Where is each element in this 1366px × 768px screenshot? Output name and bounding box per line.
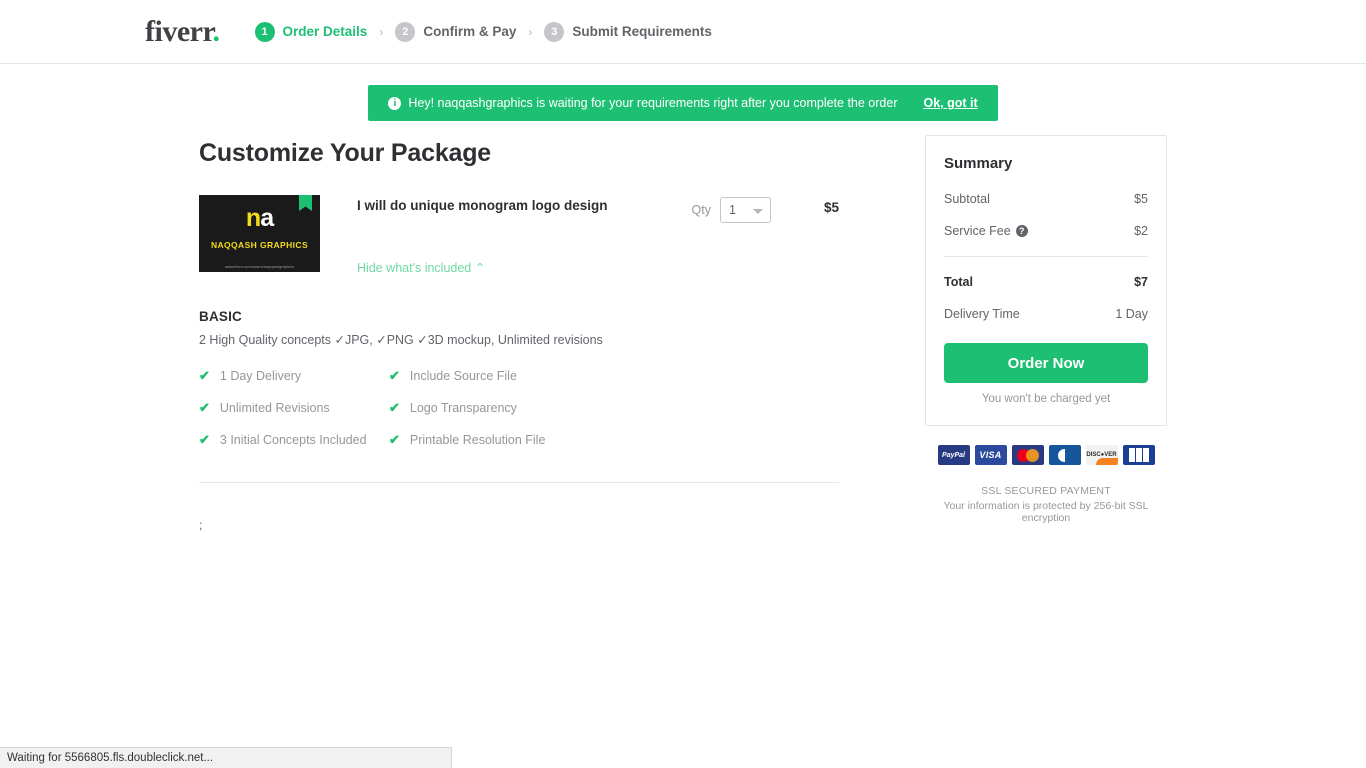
subtotal-value: $5 [1134, 192, 1148, 206]
fiverr-logo[interactable]: fiverr. [145, 14, 221, 48]
feature-item: ✔ Printable Resolution File [389, 432, 839, 448]
gig-logo-mark: na [199, 206, 320, 231]
gig-row: na NAQQASH GRAPHICS www.fiverr.com/users… [199, 195, 839, 277]
visa-icon: VISA [974, 445, 1007, 465]
charge-note: You won't be charged yet [981, 393, 1111, 405]
mastercard-icon [1011, 445, 1044, 465]
logo-mark-a: a [260, 204, 274, 232]
notice-dismiss-link[interactable]: Ok, got it [923, 96, 977, 110]
diners-ring [1058, 448, 1071, 462]
step-2-circle: 2 [395, 21, 416, 42]
step-2-label: Confirm & Pay [423, 24, 517, 39]
summary-row-subtotal: Subtotal $5 [944, 192, 1148, 206]
step-separator-1: › [379, 24, 384, 39]
hide-whats-included-link[interactable]: Hide what's included ⌃ [357, 260, 485, 275]
logo-dot: . [212, 14, 221, 48]
step-submit-requirements[interactable]: 3 Submit Requirements [544, 21, 712, 42]
browser-status-bar: Waiting for 5566805.fls.doubleclick.net.… [0, 747, 452, 768]
stray-text: ; [199, 518, 203, 532]
jcb-bars [1128, 448, 1149, 462]
check-icon: ✔ [389, 368, 400, 383]
feature-label: Include Source File [409, 369, 517, 383]
step-1-label: Order Details [282, 24, 368, 39]
package-name: BASIC [199, 309, 243, 324]
help-icon[interactable]: ? [1015, 225, 1028, 237]
feature-label: 3 Initial Concepts Included [219, 433, 367, 447]
quantity-block: Qty 1 [692, 197, 771, 223]
site-header: fiverr. 1 Order Details › 2 Confirm & Pa… [0, 0, 1366, 64]
mastercard-circles [1016, 448, 1039, 462]
feature-label: Logo Transparency [409, 401, 517, 415]
ssl-title: SSL SECURED PAYMENT [981, 485, 1111, 497]
summary-card: Summary Subtotal $5 Service Fee? $2 Tota… [925, 135, 1167, 426]
toggle-label: Hide what's included [357, 261, 472, 275]
page-title: Customize Your Package [199, 139, 491, 167]
order-now-button[interactable]: Order Now [944, 343, 1148, 383]
quantity-select[interactable]: 1 [720, 197, 771, 223]
service-fee-label: Service Fee? [944, 224, 1028, 238]
summary-column: Summary Subtotal $5 Service Fee? $2 Tota… [925, 135, 1167, 524]
gig-thumbnail-block: na NAQQASH GRAPHICS www.fiverr.com/users… [199, 195, 320, 272]
step-1-circle: 1 [254, 21, 275, 42]
package-features: ✔ 1 Day Delivery ✔ Include Source File ✔ Un… [199, 368, 839, 448]
check-icon: ✔ [199, 432, 210, 447]
section-divider [199, 482, 839, 483]
summary-row-service-fee: Service Fee? $2 [944, 224, 1148, 238]
feature-item: ✔ Unlimited Revisions [199, 400, 389, 416]
summary-row-total: Total $7 [944, 275, 1148, 289]
discover-band [1095, 458, 1118, 465]
chevron-up-icon: ⌃ [474, 261, 486, 275]
delivery-time-value: 1 Day [1115, 307, 1148, 321]
feature-item: ✔ 3 Initial Concepts Included [199, 432, 389, 448]
notice-banner-wrap: i Hey! naqqashgraphics is waiting for yo… [0, 85, 1366, 121]
paypal-icon: PayPal [937, 445, 970, 465]
gig-thumbnail-caption: www.fiverr.com/users/naqqashgraphics [199, 262, 320, 272]
check-icon: ✔ [389, 400, 400, 415]
order-details-column: Customize Your Package na NAQQASH GRAPHI… [199, 135, 839, 532]
logo-mark-n: n [245, 204, 261, 232]
feature-item: ✔ 1 Day Delivery [199, 368, 389, 384]
total-label: Total [944, 275, 973, 289]
check-icon: ✔ [199, 368, 210, 383]
summary-row-delivery: Delivery Time 1 Day [944, 307, 1148, 321]
feature-label: Printable Resolution File [409, 433, 546, 447]
summary-title: Summary [944, 155, 1013, 172]
check-icon: ✔ [199, 400, 210, 415]
jcb-icon [1122, 445, 1155, 465]
checkout-stepper: 1 Order Details › 2 Confirm & Pay › 3 Su… [254, 21, 712, 42]
gig-thumbnail[interactable]: na NAQQASH GRAPHICS [199, 195, 320, 262]
gig-title: I will do unique monogram logo design [357, 198, 608, 213]
diners-club-icon [1048, 445, 1081, 465]
package-description: 2 High Quality concepts ✓JPG, ✓PNG ✓3D m… [199, 333, 603, 347]
page-body: Customize Your Package na NAQQASH GRAPHI… [0, 135, 1366, 532]
service-fee-value: $2 [1134, 224, 1148, 238]
feature-item: ✔ Logo Transparency [389, 400, 839, 416]
summary-divider [944, 256, 1148, 257]
chevron-down-icon [753, 209, 763, 214]
info-icon: i [388, 96, 402, 110]
payment-methods: PayPal VISA DISC●VER [925, 445, 1167, 465]
notice-banner: i Hey! naqqashgraphics is waiting for yo… [368, 85, 998, 121]
quantity-value: 1 [729, 203, 736, 217]
check-icon: ✔ [389, 432, 400, 447]
feature-label: 1 Day Delivery [219, 369, 302, 383]
step-order-details[interactable]: 1 Order Details [254, 21, 368, 42]
quantity-label: Qty [691, 203, 711, 217]
step-confirm-pay[interactable]: 2 Confirm & Pay [395, 21, 517, 42]
gig-price: $5 [823, 200, 839, 215]
delivery-time-label: Delivery Time [944, 307, 1020, 321]
subtotal-label: Subtotal [944, 192, 990, 206]
total-value: $7 [1134, 275, 1148, 289]
step-3-label: Submit Requirements [572, 24, 712, 39]
status-text: Waiting for 5566805.fls.doubleclick.net.… [7, 752, 214, 764]
feature-label: Unlimited Revisions [219, 401, 330, 415]
gig-info: I will do unique monogram logo design Hi… [357, 195, 692, 277]
step-separator-2: › [528, 24, 533, 39]
feature-item: ✔ Include Source File [389, 368, 839, 384]
notice-text: Hey! naqqashgraphics is waiting for your… [408, 96, 898, 110]
ssl-subtitle: Your information is protected by 256-bit… [943, 500, 1149, 524]
gig-brand-name: NAQQASH GRAPHICS [210, 240, 309, 250]
step-3-circle: 3 [544, 21, 565, 42]
discover-icon: DISC●VER [1085, 445, 1118, 465]
